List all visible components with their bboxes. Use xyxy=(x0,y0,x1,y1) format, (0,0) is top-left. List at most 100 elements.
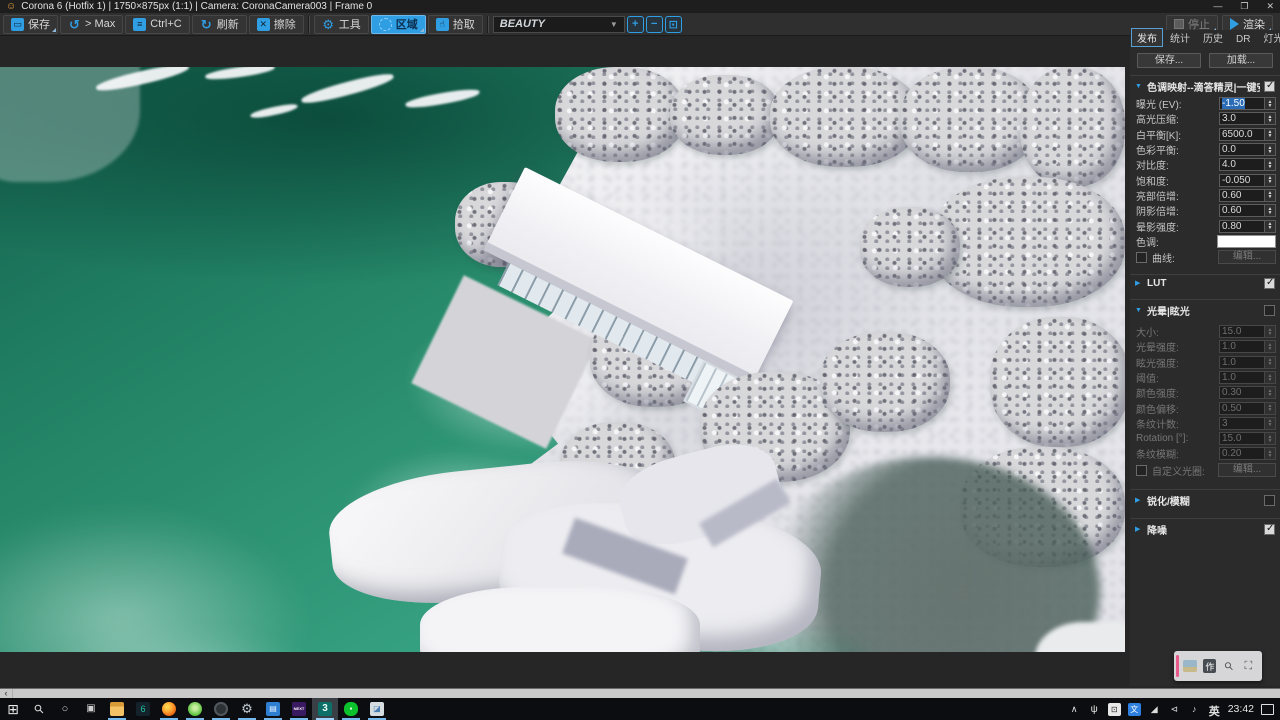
magnifier-icon[interactable]: ⚲ xyxy=(1219,656,1238,675)
param-value-field[interactable]: -1.50 xyxy=(1219,97,1265,111)
save-config-button[interactable]: 保存... xyxy=(1137,53,1201,68)
close-button[interactable]: ✕ xyxy=(1266,1,1274,12)
curves-edit-button[interactable]: 编辑... xyxy=(1218,250,1276,265)
taskbar-item[interactable]: ▤ xyxy=(260,698,286,720)
bloom-checkbox[interactable] xyxy=(1264,304,1275,316)
taskbar-item[interactable] xyxy=(104,698,130,720)
ime-indicator[interactable]: 英 xyxy=(1208,703,1221,718)
id-card-app-icon: ▤ xyxy=(266,702,280,716)
zoom-in-button[interactable]: + xyxy=(626,15,644,33)
save-button[interactable]: ▭ 保存 xyxy=(3,14,58,34)
toolbar-separator xyxy=(486,15,489,33)
triangle-right-icon: ▶ xyxy=(1135,526,1141,534)
action-center-icon[interactable] xyxy=(1261,704,1274,715)
to-max-button[interactable]: ↺ > Max xyxy=(60,14,124,34)
param-spinner[interactable]: ▲ ▼ xyxy=(1265,188,1276,202)
microphone-icon[interactable]: ψ xyxy=(1088,703,1101,716)
denoise-checkbox[interactable] xyxy=(1264,523,1275,535)
taskbar-item[interactable] xyxy=(208,698,234,720)
preview-thumbnail-icon[interactable] xyxy=(1183,660,1198,672)
taskbar-item[interactable]: ▣ xyxy=(78,698,104,720)
frosted-tree-cluster xyxy=(860,207,960,287)
taskbar-item[interactable]: NEXT xyxy=(286,698,312,720)
lut-section-header[interactable]: ▶ LUT xyxy=(1130,273,1280,291)
param-value-field[interactable]: 4.0 xyxy=(1219,158,1265,172)
scroll-left-arrow[interactable]: ‹ xyxy=(0,689,13,698)
crop-icon[interactable]: ⛶ xyxy=(1242,659,1255,673)
param-spinner[interactable]: ▲ ▼ xyxy=(1265,127,1276,141)
param-value-field[interactable]: 6500.0 xyxy=(1219,127,1265,141)
param-value-field: 0.50 xyxy=(1219,401,1265,415)
tonemap-checkbox[interactable] xyxy=(1264,80,1275,92)
tools-button[interactable]: ⚙ 工具 xyxy=(313,14,369,34)
taskbar-item[interactable]: ● xyxy=(338,698,364,720)
translate-tray-icon[interactable]: 文 xyxy=(1127,702,1141,716)
taskbar-item[interactable]: 3 xyxy=(312,698,338,720)
tint-color-swatch[interactable] xyxy=(1217,234,1276,248)
param-value-field[interactable]: -0.050 xyxy=(1219,173,1265,187)
param-spinner[interactable]: ▲ ▼ xyxy=(1265,173,1276,187)
taskbar-item[interactable]: ⊞ xyxy=(0,698,26,720)
restore-button[interactable]: ❐ xyxy=(1240,1,1248,12)
erase-button[interactable]: ✕ 擦除 xyxy=(248,14,304,34)
minimize-button[interactable]: — xyxy=(1213,1,1222,12)
panel-tab[interactable]: 统计 xyxy=(1164,28,1196,47)
param-spinner[interactable]: ▲ ▼ xyxy=(1265,143,1276,157)
param-row: 条纹计数: 3 ▲ ▼ xyxy=(1130,416,1280,431)
pick-button[interactable]: ☝ 拾取 xyxy=(427,14,483,34)
param-value-field[interactable]: 3.0 xyxy=(1219,112,1265,126)
param-spinner[interactable]: ▲ ▼ xyxy=(1265,204,1276,218)
sharpen-checkbox[interactable] xyxy=(1264,494,1275,506)
param-row: 颜色强度: 0.30 ▲ ▼ xyxy=(1130,385,1280,400)
panel-tab[interactable]: 历史 xyxy=(1197,28,1229,47)
render-canvas[interactable] xyxy=(0,67,1125,652)
cortana-icon: ○ xyxy=(61,703,69,715)
horizontal-scrollbar[interactable]: ‹ xyxy=(0,688,1280,698)
taskbar-item[interactable]: ○ xyxy=(52,698,78,720)
bloom-section-header[interactable]: ▼ 光晕|眩光 xyxy=(1130,298,1280,320)
wechat-icon: ● xyxy=(344,702,358,716)
triangle-down-icon: ▼ xyxy=(1135,306,1142,314)
channel-dropdown[interactable]: BEAUTY ▼ xyxy=(492,15,625,33)
tonemap-section-header[interactable]: ▼ 色调映射--滴答精灵|一键安装 xyxy=(1130,75,1280,96)
volume-icon[interactable]: ⊲ xyxy=(1168,703,1181,716)
taskbar-item[interactable] xyxy=(156,698,182,720)
param-spinner[interactable]: ▲ ▼ xyxy=(1265,158,1276,172)
param-value-field[interactable]: 0.60 xyxy=(1219,188,1265,202)
param-spinner[interactable]: ▲ ▼ xyxy=(1265,112,1276,126)
zuo-app-icon[interactable]: 作 xyxy=(1203,659,1217,673)
panel-tab[interactable]: 灯光混合 xyxy=(1257,28,1280,47)
zoom-fit-button[interactable]: ⊡ xyxy=(664,15,682,33)
aperture-edit-button: 编辑... xyxy=(1218,463,1276,478)
tray-chevron-icon[interactable]: ∧ xyxy=(1068,703,1081,716)
load-config-button[interactable]: 加载... xyxy=(1209,53,1273,68)
taskbar-item[interactable] xyxy=(182,698,208,720)
param-value-field[interactable]: 0.80 xyxy=(1219,219,1265,233)
panel-tab[interactable]: 发布 xyxy=(1131,28,1163,47)
param-spinner[interactable]: ▲ ▼ xyxy=(1265,219,1276,233)
denoise-section-header[interactable]: ▶ 降噪 xyxy=(1130,517,1280,539)
param-value-field: 15.0 xyxy=(1219,432,1265,446)
taskbar-item[interactable]: ⚙ xyxy=(234,698,260,720)
taskbar-clock[interactable]: 23:42 xyxy=(1228,703,1254,715)
taskbar-item[interactable]: 6 xyxy=(130,698,156,720)
panel-tab[interactable]: DR xyxy=(1230,32,1256,47)
region-button[interactable]: 区域 xyxy=(370,14,426,34)
param-value-field[interactable]: 0.0 xyxy=(1219,143,1265,157)
taskbar-item[interactable]: ⚲ xyxy=(26,698,52,720)
lut-checkbox[interactable] xyxy=(1264,277,1275,289)
taskbar-item[interactable]: ◪ xyxy=(364,698,390,720)
sharpen-section-header[interactable]: ▶ 锐化/模糊 xyxy=(1130,488,1280,510)
windows-taskbar: ⊞ ⚲ ○ ▣ 6 ⚙ ▤ NEXT 3 ● ◪ ∧ ψ ⊡ 文 ◢ ⊲ ♪ 英… xyxy=(0,698,1280,720)
zoom-out-button[interactable]: − xyxy=(645,15,663,33)
param-spinner[interactable]: ▲ ▼ xyxy=(1265,97,1276,111)
copy-button[interactable]: ≡ Ctrl+C xyxy=(125,14,190,34)
refresh-button[interactable]: ↻ 刷新 xyxy=(191,14,247,34)
param-value-field[interactable]: 0.60 xyxy=(1219,204,1265,218)
chevron-down-icon: ▼ xyxy=(609,19,618,29)
param-label: 大小: xyxy=(1136,328,1159,340)
network-signal-icon[interactable]: ◢ xyxy=(1148,703,1161,716)
screenshot-tray-icon[interactable]: ⊡ xyxy=(1107,702,1121,716)
curves-checkbox[interactable] xyxy=(1136,251,1147,263)
hook-tray-icon[interactable]: ♪ xyxy=(1188,703,1201,716)
